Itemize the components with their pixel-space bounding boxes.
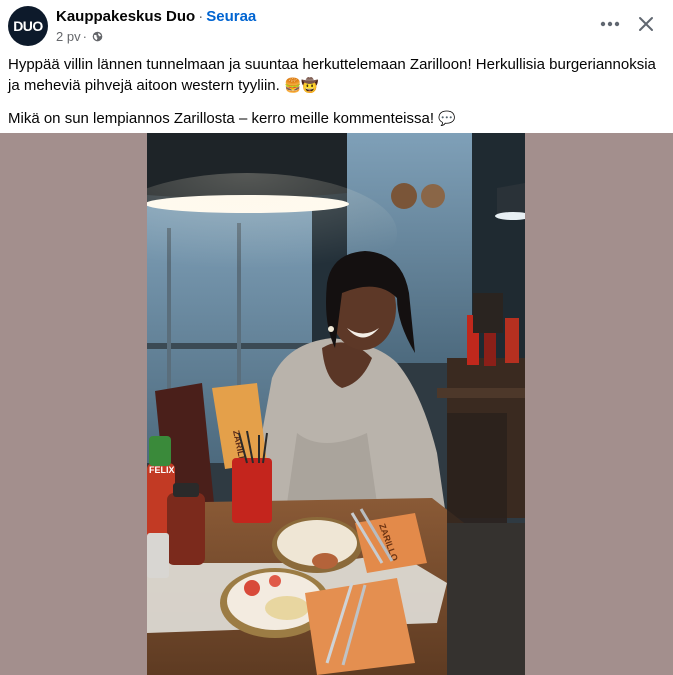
more-options-button[interactable] bbox=[596, 10, 624, 38]
post-timestamp[interactable]: 2 pv bbox=[56, 29, 81, 44]
post-meta: 2 pv · bbox=[56, 29, 103, 44]
post-paragraph-1: Hyppää villin lännen tunnelmaan ja suunt… bbox=[8, 55, 664, 96]
post-photo[interactable]: ZARILLO FELIX ZARILLO bbox=[147, 133, 525, 675]
page-name-link[interactable]: Kauppakeskus Duo bbox=[56, 8, 195, 25]
more-horizontal-icon bbox=[600, 21, 620, 27]
burger-emoji: 🍔 bbox=[283, 77, 302, 93]
speech-bubble-emoji: 💬 bbox=[438, 110, 456, 126]
follow-button[interactable]: Seuraa bbox=[206, 8, 256, 25]
close-button[interactable] bbox=[632, 10, 660, 38]
post-author-line: Kauppakeskus Duo · Seuraa bbox=[56, 8, 256, 25]
post-header: DUO Kauppakeskus Duo · Seuraa 2 pv · bbox=[0, 0, 673, 52]
globe-icon[interactable] bbox=[92, 31, 103, 42]
cowboy-emoji: 🤠 bbox=[301, 77, 319, 93]
bottle-label: FELIX bbox=[149, 465, 175, 475]
post-text-1: Hyppää villin lännen tunnelmaan ja suunt… bbox=[8, 56, 656, 94]
post-media[interactable]: ZARILLO FELIX ZARILLO bbox=[0, 133, 673, 675]
restaurant-photo: ZARILLO FELIX ZARILLO bbox=[147, 133, 525, 675]
post-paragraph-2: Mikä on sun lempiannos Zarillosta – kerr… bbox=[8, 108, 664, 129]
meta-separator: · bbox=[82, 29, 87, 44]
post-text-2: Mikä on sun lempiannos Zarillosta – kerr… bbox=[8, 110, 435, 127]
separator-dot: · bbox=[198, 8, 204, 25]
page-avatar[interactable]: DUO bbox=[8, 6, 48, 46]
post-message: Hyppää villin lännen tunnelmaan ja suunt… bbox=[8, 55, 664, 129]
close-icon bbox=[639, 17, 653, 31]
